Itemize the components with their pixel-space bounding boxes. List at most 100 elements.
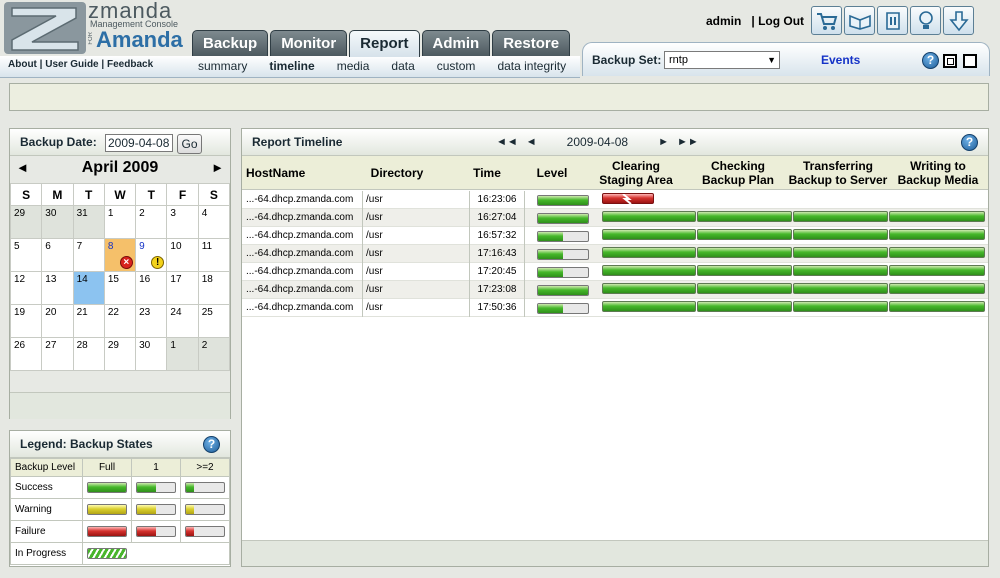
go-button[interactable]: Go	[177, 134, 202, 154]
user-guide-link[interactable]: User Guide	[45, 59, 98, 70]
subnav-data-integrity[interactable]: data integrity	[497, 59, 566, 73]
calendar-day[interactable]: 21	[72, 304, 105, 338]
calendar-day[interactable]: 3	[166, 205, 199, 239]
cart-icon[interactable]	[811, 6, 842, 35]
tab-backup[interactable]: Backup	[192, 30, 269, 56]
calendar-day[interactable]: 24	[166, 304, 199, 338]
calendar-day[interactable]: 25	[197, 304, 231, 338]
calendar-day[interactable]: 29	[103, 337, 137, 371]
feedback-link[interactable]: Feedback	[107, 59, 153, 70]
calendar-day[interactable]: 6	[41, 238, 74, 272]
col-directory[interactable]: Directory	[352, 166, 442, 180]
help-icon[interactable]: ?	[922, 52, 939, 69]
timeline-row[interactable]: ...-64.dhcp.zmanda.com/usr 17:20:45	[242, 263, 988, 281]
timeline-row[interactable]: ...-64.dhcp.zmanda.com/usr 17:50:36	[242, 299, 988, 317]
timeline-row[interactable]: ...-64.dhcp.zmanda.com/usr 17:16:43	[242, 245, 988, 263]
col-level[interactable]: Level	[532, 166, 572, 180]
calendar-day[interactable]: 17	[166, 271, 199, 305]
timeline-row[interactable]: ...-64.dhcp.zmanda.com/usr 16:27:04	[242, 209, 988, 227]
calendar-day[interactable]: 30	[135, 337, 168, 371]
restore-window-icon[interactable]	[943, 54, 957, 68]
success-stage-bar[interactable]	[889, 211, 985, 222]
success-stage-bar[interactable]	[793, 301, 888, 312]
error-icon[interactable]: ×	[119, 256, 133, 269]
calendar-day[interactable]: 20	[41, 304, 74, 338]
timeline-row[interactable]: ...-64.dhcp.zmanda.com/usr 16:57:32	[242, 227, 988, 245]
success-stage-bar[interactable]	[697, 229, 792, 240]
prev-date-icon[interactable]: ◄	[526, 129, 537, 156]
success-stage-bar[interactable]	[602, 283, 696, 294]
calendar-day[interactable]: 30	[41, 205, 74, 239]
tab-report[interactable]: Report	[349, 30, 420, 57]
next-month-icon[interactable]: ►	[211, 157, 224, 179]
maximize-window-icon[interactable]	[963, 54, 977, 68]
calendar-day[interactable]: 14	[72, 271, 105, 305]
success-stage-bar[interactable]	[889, 301, 985, 312]
calendar-day[interactable]: 23	[135, 304, 168, 338]
calendar-day[interactable]: 28	[72, 337, 105, 371]
subnav-summary[interactable]: summary	[198, 59, 247, 73]
calendar-day[interactable]: 7	[72, 238, 105, 272]
failed-stage-bar[interactable]	[602, 193, 654, 204]
notes-icon[interactable]	[877, 6, 908, 35]
col-hostname[interactable]: HostName	[246, 166, 305, 180]
calendar-day[interactable]: 9!	[135, 238, 168, 272]
first-date-icon[interactable]: ◄◄	[496, 129, 518, 156]
success-stage-bar[interactable]	[889, 247, 985, 258]
col-time[interactable]: Time	[462, 166, 512, 180]
calendar-day[interactable]: 15	[103, 271, 137, 305]
subnav-custom[interactable]: custom	[437, 59, 476, 73]
lightbulb-icon[interactable]	[910, 6, 941, 35]
backup-date-input[interactable]: 2009-04-08	[105, 134, 173, 152]
calendar-day[interactable]: 31	[72, 205, 105, 239]
success-stage-bar[interactable]	[889, 265, 985, 276]
success-stage-bar[interactable]	[793, 229, 888, 240]
report-help-icon[interactable]: ?	[961, 134, 978, 151]
success-stage-bar[interactable]	[793, 283, 888, 294]
timeline-row[interactable]: ...-64.dhcp.zmanda.com/usr 16:23:06	[242, 191, 988, 209]
calendar-day[interactable]: 2	[197, 337, 231, 371]
subnav-media[interactable]: media	[337, 59, 370, 73]
calendar-day[interactable]: 27	[41, 337, 74, 371]
calendar-day[interactable]: 12	[9, 271, 43, 305]
warning-icon[interactable]: !	[151, 256, 165, 269]
tab-admin[interactable]: Admin	[421, 30, 491, 56]
calendar-day[interactable]: 11	[197, 238, 231, 272]
calendar-day[interactable]: 5	[9, 238, 43, 272]
success-stage-bar[interactable]	[697, 283, 792, 294]
calendar-day[interactable]: 29	[9, 205, 43, 239]
timeline-row[interactable]: ...-64.dhcp.zmanda.com/usr 17:23:08	[242, 281, 988, 299]
tab-restore[interactable]: Restore	[492, 30, 571, 56]
events-link[interactable]: Events	[821, 53, 860, 67]
last-date-icon[interactable]: ►►	[677, 129, 699, 156]
success-stage-bar[interactable]	[793, 211, 888, 222]
calendar-day[interactable]: 18	[197, 271, 231, 305]
book-icon[interactable]	[844, 6, 875, 35]
logout-link[interactable]: Log Out	[758, 14, 804, 28]
calendar-day[interactable]: 4	[197, 205, 231, 239]
success-stage-bar[interactable]	[602, 211, 696, 222]
next-date-icon[interactable]: ►	[658, 129, 669, 156]
tab-monitor[interactable]: Monitor	[270, 30, 348, 56]
calendar-day[interactable]: 1	[166, 337, 199, 371]
success-stage-bar[interactable]	[602, 247, 696, 258]
download-icon[interactable]	[943, 6, 974, 35]
success-stage-bar[interactable]	[697, 301, 792, 312]
success-stage-bar[interactable]	[889, 229, 985, 240]
success-stage-bar[interactable]	[697, 247, 792, 258]
calendar-day[interactable]: 10	[166, 238, 199, 272]
prev-month-icon[interactable]: ◄	[16, 157, 29, 179]
calendar-day[interactable]: 13	[41, 271, 74, 305]
success-stage-bar[interactable]	[697, 211, 792, 222]
calendar-day[interactable]: 19	[9, 304, 43, 338]
success-stage-bar[interactable]	[602, 229, 696, 240]
calendar-day[interactable]: 22	[103, 304, 137, 338]
subnav-data[interactable]: data	[391, 59, 414, 73]
success-stage-bar[interactable]	[697, 265, 792, 276]
legend-help-icon[interactable]: ?	[203, 436, 220, 453]
success-stage-bar[interactable]	[602, 301, 696, 312]
success-stage-bar[interactable]	[889, 283, 985, 294]
calendar-day[interactable]: 8 ×	[103, 238, 137, 272]
backup-set-select[interactable]: rntp ▼	[664, 51, 780, 69]
success-stage-bar[interactable]	[793, 265, 888, 276]
